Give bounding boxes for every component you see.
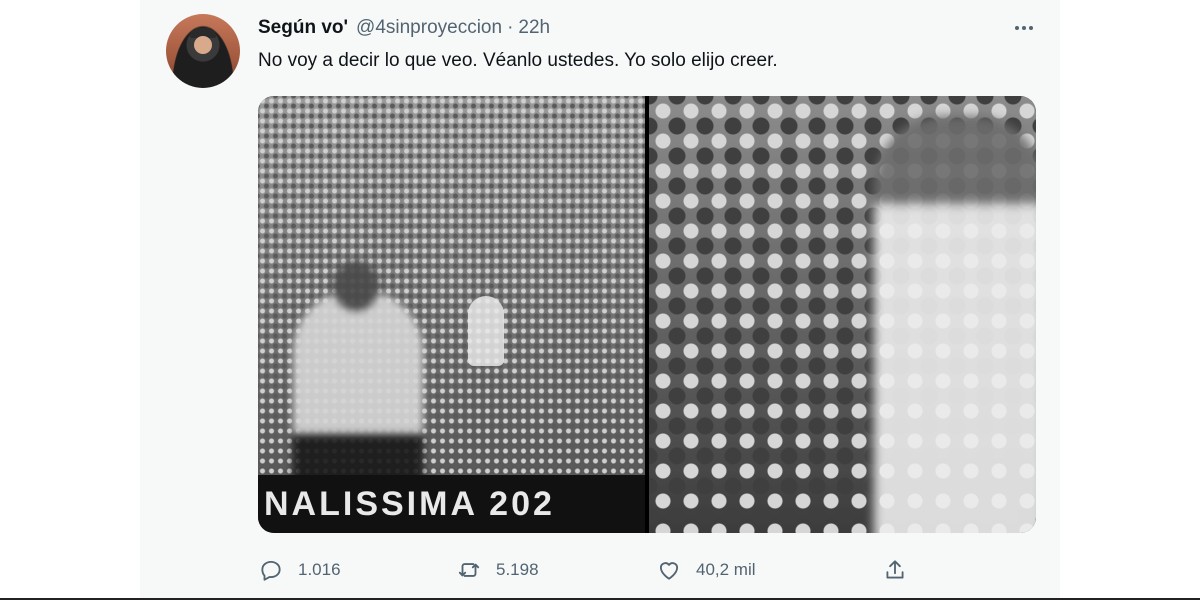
retweet-button[interactable]: 5.198 <box>456 557 656 583</box>
tweet-text: No voy a decir lo que veo. Véanlo ustede… <box>258 50 778 71</box>
retweet-icon <box>456 557 482 583</box>
stadium-banner: NALISSIMA 202 <box>258 475 645 533</box>
tweet-header: Según vo' @4sinproyeccion · 22h <box>258 17 550 39</box>
more-horizontal-icon <box>1015 26 1033 30</box>
page-margin-right <box>1060 0 1200 600</box>
heart-icon <box>656 557 682 583</box>
player-figure-blurred <box>874 116 1036 533</box>
more-options-button[interactable] <box>1010 18 1038 38</box>
tweet-card[interactable]: Según vo' @4sinproyeccion · 22h No voy a de… <box>140 0 1060 600</box>
tweet-media[interactable]: NALISSIMA 202 <box>258 96 1036 533</box>
like-button[interactable]: 40,2 mil <box>656 557 882 583</box>
tweet-actions: 1.016 5.198 40,2 mil <box>258 553 918 587</box>
avatar[interactable] <box>166 14 240 88</box>
banner-text: NALISSIMA 202 <box>264 484 555 523</box>
user-handle[interactable]: @4sinproyeccion <box>356 17 502 38</box>
share-button[interactable] <box>882 557 918 583</box>
share-icon <box>882 557 908 583</box>
reply-icon <box>258 557 284 583</box>
page-margin-left <box>0 0 140 600</box>
retweet-count: 5.198 <box>496 560 539 579</box>
reply-count: 1.016 <box>298 560 341 579</box>
like-count: 40,2 mil <box>696 560 756 579</box>
display-name[interactable]: Según vo' <box>258 17 348 38</box>
avatar-face <box>194 36 212 54</box>
tweet-timestamp[interactable]: 22h <box>518 17 550 38</box>
media-photo-left[interactable]: NALISSIMA 202 <box>258 96 645 533</box>
media-photo-right[interactable] <box>649 96 1036 533</box>
separator-dot: · <box>507 17 514 38</box>
cheering-fan <box>468 296 504 366</box>
reply-button[interactable]: 1.016 <box>258 557 456 583</box>
